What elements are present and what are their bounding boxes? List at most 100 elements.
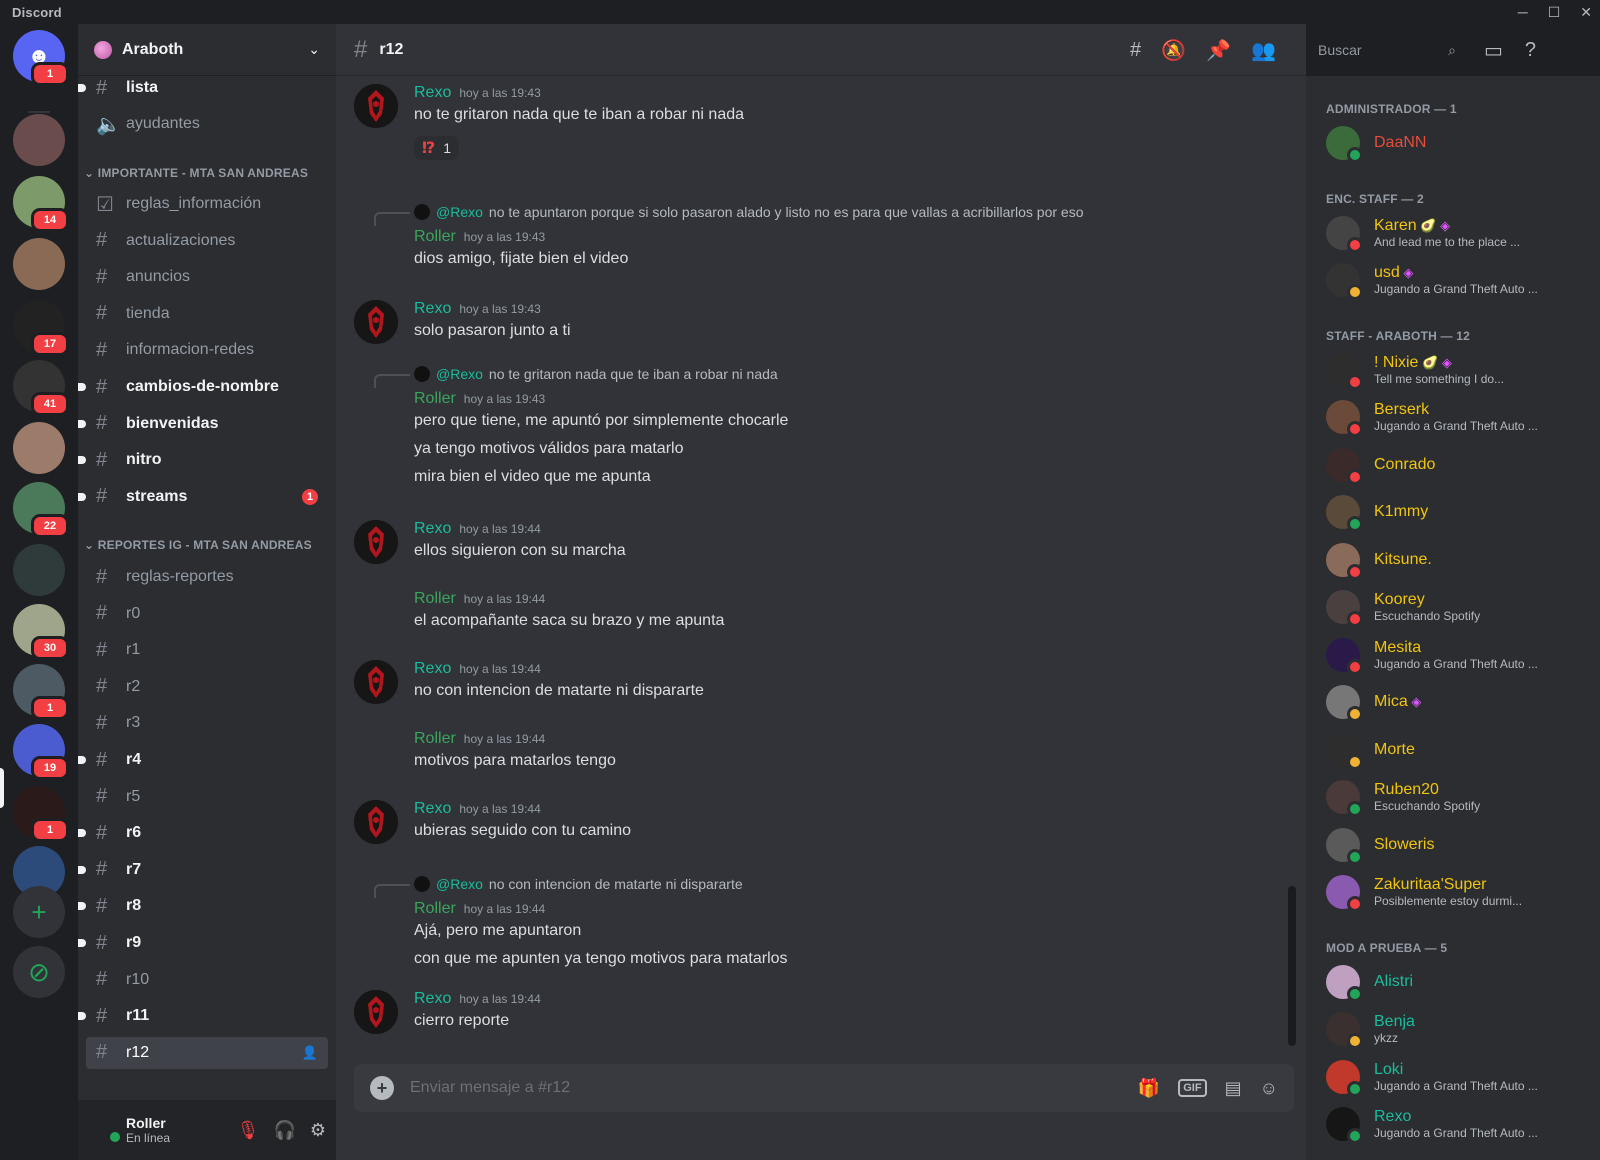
server-icon[interactable]	[13, 114, 65, 166]
member-item[interactable]: Rexo Jugando a Grand Theft Auto ...	[1326, 1103, 1596, 1145]
member-item[interactable]: Zakuritaa'Super Posiblemente estoy durmi.…	[1326, 871, 1596, 913]
author-name[interactable]: Roller	[414, 590, 456, 608]
channel-streams[interactable]: # streams 1	[78, 481, 328, 513]
inbox-icon[interactable]: ▭	[1484, 38, 1503, 63]
channel-r5[interactable]: # r5	[86, 781, 328, 813]
author-name[interactable]: Roller	[414, 228, 456, 246]
server-icon[interactable]	[13, 544, 65, 596]
member-item[interactable]: Kitsune.	[1326, 539, 1596, 581]
attach-plus-icon[interactable]: +	[370, 1076, 394, 1100]
channel-r10[interactable]: # r10	[86, 964, 328, 996]
home-button[interactable]: ☻ 1	[13, 30, 69, 86]
member-item[interactable]: Koorey Escuchando Spotify	[1326, 586, 1596, 628]
server-icon[interactable]	[13, 238, 65, 290]
channel-r4[interactable]: # r4	[78, 744, 328, 776]
channel-anuncios[interactable]: # anuncios	[86, 261, 328, 293]
channel-ayudantes[interactable]: 🔈 ayudantes	[86, 108, 328, 140]
guild-header[interactable]: Araboth ⌄	[78, 24, 336, 76]
member-item[interactable]: Conrado	[1326, 444, 1596, 486]
author-name[interactable]: Roller	[414, 900, 456, 918]
channel-r7[interactable]: # r7	[78, 854, 328, 886]
explore-icon[interactable]: ⊘	[13, 946, 65, 998]
category-header[interactable]: ⌄ IMPORTANTE - MTA SAN ANDREAS	[84, 166, 308, 180]
server-icon[interactable]: 30	[13, 604, 69, 660]
reply-preview[interactable]: @Rexo no con intencion de matarte ni disp…	[374, 876, 743, 898]
channel-r0[interactable]: # r0	[86, 598, 328, 630]
chevron-down-icon[interactable]: ⌄	[308, 41, 320, 58]
avatar[interactable]	[354, 800, 398, 844]
channel-nitro[interactable]: # nitro	[78, 444, 328, 476]
member-item[interactable]: Karen 🥑 ◈ And lead me to the place ...	[1326, 212, 1596, 254]
emoji-icon[interactable]: ☺	[1260, 1078, 1278, 1099]
channel-lista[interactable]: # lista	[78, 72, 328, 104]
server-icon[interactable]: 1	[13, 664, 69, 720]
member-item[interactable]: Mica ◈	[1326, 681, 1596, 723]
avatar[interactable]	[354, 990, 398, 1034]
member-item[interactable]: K1mmy	[1326, 491, 1596, 533]
server-icon[interactable]: 19	[13, 724, 69, 780]
search-icon[interactable]: ⌕	[1448, 42, 1456, 59]
reaction-pill[interactable]: ⁉ 1	[414, 136, 460, 160]
channel-tienda[interactable]: # tienda	[86, 298, 328, 330]
mute-mic-icon[interactable]: 🎙	[237, 1120, 260, 1141]
category-header[interactable]: ⌄ REPORTES IG - MTA SAN ANDREAS	[84, 538, 312, 552]
close-icon[interactable]: ✕	[1580, 4, 1592, 21]
server-icon[interactable]: 22	[13, 482, 69, 538]
add-server-button[interactable]: +	[13, 886, 65, 938]
author-name[interactable]: Roller	[414, 390, 456, 408]
channel-r8[interactable]: # r8	[78, 890, 328, 922]
author-name[interactable]: Rexo	[414, 660, 451, 678]
member-item[interactable]: Mesita Jugando a Grand Theft Auto ...	[1326, 634, 1596, 676]
channel-r1[interactable]: # r1	[86, 634, 328, 666]
server-icon[interactable]: 41	[13, 360, 69, 416]
channel-r12[interactable]: # r12 👤	[86, 1036, 328, 1069]
member-item[interactable]: Ruben20 Escuchando Spotify	[1326, 776, 1596, 818]
search-input[interactable]	[1318, 42, 1428, 58]
help-icon[interactable]: ?	[1525, 39, 1536, 62]
reply-mention[interactable]: @Rexo	[436, 876, 483, 892]
scrollbar-thumb[interactable]	[1288, 886, 1296, 1046]
reply-mention[interactable]: @Rexo	[436, 366, 483, 382]
members-icon[interactable]: 👥	[1251, 38, 1276, 63]
server-icon[interactable]	[13, 422, 65, 474]
notification-mute-icon[interactable]: 🔕	[1161, 38, 1186, 63]
member-item[interactable]: Berserk Jugando a Grand Theft Auto ...	[1326, 396, 1596, 438]
headphones-icon[interactable]: 🎧	[273, 1120, 295, 1141]
message-input[interactable]	[410, 1079, 1138, 1097]
channel-informacion-redes[interactable]: # informacion-redes	[86, 334, 328, 366]
channel-reglas-reportes[interactable]: # reglas-reportes	[86, 561, 328, 593]
channel-r9[interactable]: # r9	[78, 927, 328, 959]
member-item[interactable]: usd ◈ Jugando a Grand Theft Auto ...	[1326, 259, 1596, 301]
author-name[interactable]: Roller	[414, 730, 456, 748]
channel-actualizaciones[interactable]: # actualizaciones	[86, 225, 328, 257]
member-item[interactable]: Sloweris	[1326, 824, 1596, 866]
server-icon[interactable]: 14	[13, 176, 69, 232]
channel-r2[interactable]: # r2	[86, 671, 328, 703]
avatar[interactable]	[354, 84, 398, 128]
reply-preview[interactable]: @Rexo no te gritaron nada que te iban a r…	[374, 366, 778, 388]
avatar[interactable]	[354, 300, 398, 344]
server-icon[interactable]: 17	[13, 300, 69, 356]
member-item[interactable]: ! Nixie 🥑 ◈ Tell me something I do...	[1326, 349, 1596, 391]
reply-preview[interactable]: @Rexo no te apuntaron porque si solo pasa…	[374, 204, 1084, 226]
author-name[interactable]: Rexo	[414, 520, 451, 538]
avatar[interactable]	[88, 1114, 122, 1146]
channel-r6[interactable]: # r6	[78, 817, 328, 849]
maximize-icon[interactable]: ☐	[1548, 4, 1561, 21]
channel-r3[interactable]: # r3	[86, 707, 328, 739]
member-item[interactable]: Loki Jugando a Grand Theft Auto ...	[1326, 1056, 1596, 1098]
gear-icon[interactable]: ⚙	[310, 1120, 326, 1141]
member-item[interactable]: DaaNN	[1326, 122, 1596, 164]
avatar[interactable]	[354, 520, 398, 564]
gift-icon[interactable]: 🎁	[1138, 1078, 1160, 1099]
server-icon[interactable]: 1	[13, 786, 69, 842]
threads-icon[interactable]: #	[1130, 39, 1141, 62]
member-item[interactable]: Morte	[1326, 729, 1596, 771]
invite-member-icon[interactable]: 👤	[302, 1045, 318, 1061]
author-name[interactable]: Rexo	[414, 990, 451, 1008]
scrollbar[interactable]	[1288, 76, 1296, 1086]
member-item[interactable]: Alistri	[1326, 961, 1596, 1003]
channel-cambios-de-nombre[interactable]: # cambios-de-nombre	[78, 371, 328, 403]
gif-icon[interactable]: GIF	[1178, 1079, 1207, 1097]
author-name[interactable]: Rexo	[414, 300, 451, 318]
